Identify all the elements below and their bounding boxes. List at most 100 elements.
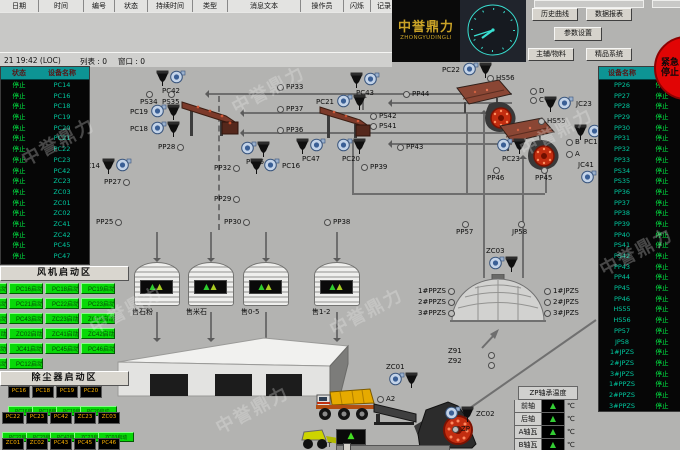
flow-line xyxy=(352,193,545,195)
machine-unit[interactable]: PC47 xyxy=(296,138,326,155)
device-name: PC22 xyxy=(37,144,87,155)
device-status-row: 1#PPZS停止 xyxy=(599,379,680,390)
fan-start-button[interactable]: PC45启动 xyxy=(45,343,79,354)
tag-label: 1#PPZS xyxy=(418,287,446,295)
machine-unit[interactable]: JC23 xyxy=(544,96,574,113)
machine-unit[interactable]: PC16 xyxy=(250,158,280,175)
tag-dot xyxy=(544,310,551,317)
machine-unit[interactable]: PC46 xyxy=(240,141,270,158)
device-name: ZC42 xyxy=(37,230,87,241)
fan-start-button[interactable]: PC18启动 xyxy=(45,283,79,294)
fan-start-button[interactable]: ZC03启动 xyxy=(81,313,115,324)
fan-icon xyxy=(150,104,167,118)
silo-label: 售0-5 xyxy=(241,307,259,317)
fan-start-button[interactable]: PC43启动 xyxy=(9,313,43,324)
fan-start-button[interactable]: PC22启动 xyxy=(45,298,79,309)
premium-system-button[interactable]: 精品系统 xyxy=(586,48,632,61)
machine-unit[interactable]: PC20 xyxy=(336,138,366,155)
silo-level-window: ▲▲ xyxy=(320,280,353,294)
machine-label: PC21 xyxy=(316,98,334,106)
tag-group: PP32 xyxy=(214,164,240,172)
device-name: ZC41 xyxy=(37,219,87,230)
machine-unit[interactable]: PC42 xyxy=(156,70,186,87)
tag-group: PS41 xyxy=(370,122,397,130)
device-name: PP44 xyxy=(599,272,645,283)
fan-icon xyxy=(263,158,280,172)
tag-dot xyxy=(370,113,377,120)
fan-icon xyxy=(580,170,597,184)
pmt-slider[interactable] xyxy=(336,445,450,450)
fan-start-grid: PC14启动PC16启动PC18启动PC19启动 PC20启动PC21启动PC22… xyxy=(0,283,115,369)
tag-group: A2 xyxy=(377,395,395,403)
fan-start-button[interactable]: JC41启动 xyxy=(9,343,43,354)
fan-start-button[interactable]: ZC01启动 xyxy=(0,328,7,339)
device-status: 停止 xyxy=(645,304,679,315)
clock-widget xyxy=(460,0,526,62)
fan-start-button[interactable]: PC46启动 xyxy=(81,343,115,354)
dust-unit: PC45PC45启动 xyxy=(74,438,96,450)
fan-start-button[interactable]: PC47启动 xyxy=(0,358,7,369)
device-status-row: PP39停止 xyxy=(599,219,680,230)
tag-label: PP33 xyxy=(286,83,303,91)
fan-icon xyxy=(336,138,353,152)
device-name: PC20 xyxy=(37,123,87,134)
tag-dot xyxy=(115,219,122,226)
crusher-icon[interactable] xyxy=(180,96,242,140)
dome-storage[interactable] xyxy=(448,274,548,322)
temp-row-label: A轴瓦 xyxy=(514,426,542,439)
device-status-row: 3#JPZS停止 xyxy=(599,369,680,380)
window-control-bar[interactable] xyxy=(534,0,644,8)
data-report-button[interactable]: 数据报表 xyxy=(586,8,632,21)
tag-group: HS56 xyxy=(487,74,515,82)
fan-icon xyxy=(496,138,513,152)
machine-unit[interactable]: PC43 xyxy=(350,72,380,89)
tag-group: PP37 xyxy=(277,105,303,113)
machine-unit[interactable]: ZC02 xyxy=(444,406,474,423)
fan-start-button[interactable]: JC23启动 xyxy=(0,343,7,354)
device-status-row: PS42停止 xyxy=(599,251,680,262)
tag-label: A xyxy=(575,150,580,158)
flow-line xyxy=(210,232,212,258)
param-settings-button[interactable]: 参数设置 xyxy=(554,27,602,41)
feeder-icon[interactable] xyxy=(372,402,418,430)
machine-unit[interactable]: JC41 xyxy=(580,170,597,184)
machine-unit[interactable]: ZC01 xyxy=(388,372,418,389)
fan-start-button[interactable]: PC14启动 xyxy=(0,283,7,294)
fan-start-button[interactable]: PC21启动 xyxy=(9,298,43,309)
device-status-row: PP37停止 xyxy=(599,198,680,209)
fan-start-button[interactable]: PC20启动 xyxy=(0,298,7,309)
fan-start-button[interactable]: ZC23启动 xyxy=(45,313,79,324)
temp-unit: ℃ xyxy=(565,439,579,450)
history-curve-button[interactable]: 历史曲线 xyxy=(532,8,578,21)
alarm-list-area[interactable] xyxy=(0,13,392,53)
machine-unit[interactable]: PC14 xyxy=(102,158,132,175)
tag-label: PS42 xyxy=(379,112,397,120)
fan-start-button[interactable]: PC16启动 xyxy=(9,283,43,294)
machine-unit[interactable]: PC19 xyxy=(150,104,180,121)
device-status: 停止 xyxy=(1,101,37,112)
fan-start-button[interactable]: PC19启动 xyxy=(81,283,115,294)
fan-start-button[interactable]: ZC41启动 xyxy=(45,328,79,339)
tag-group: 1#JPZS xyxy=(544,287,579,295)
fan-start-button[interactable]: PC12启动 xyxy=(9,358,43,369)
machine-unit[interactable]: PC21 xyxy=(336,94,366,111)
fan-start-button[interactable]: ZC42启动 xyxy=(81,328,115,339)
machine-label: PC19 xyxy=(130,108,148,116)
tag-group: PP28 xyxy=(158,143,184,151)
device-status-row: 停止PC21 xyxy=(1,133,89,144)
fan-start-button[interactable]: PC42启动 xyxy=(0,313,7,324)
device-status: 停止 xyxy=(1,123,37,134)
main-aux-material-button[interactable]: 主辅/物料 xyxy=(528,48,574,61)
device-status-row: PP30停止 xyxy=(599,123,680,134)
fan-start-button[interactable]: PC23启动 xyxy=(81,298,115,309)
device-name: PP28 xyxy=(599,101,645,112)
device-status-row: 停止PC45 xyxy=(1,240,89,251)
hopper-icon xyxy=(167,121,180,138)
window-control-bar[interactable] xyxy=(652,0,680,8)
tag-dot xyxy=(277,127,284,134)
tag-group: 2#PPZS xyxy=(418,298,455,306)
machine-unit[interactable]: PC18 xyxy=(150,121,180,138)
machine-unit[interactable]: ZC03 xyxy=(488,256,518,273)
machine-unit[interactable]: PC23 xyxy=(496,138,526,155)
fan-start-button[interactable]: ZC02启动 xyxy=(9,328,43,339)
